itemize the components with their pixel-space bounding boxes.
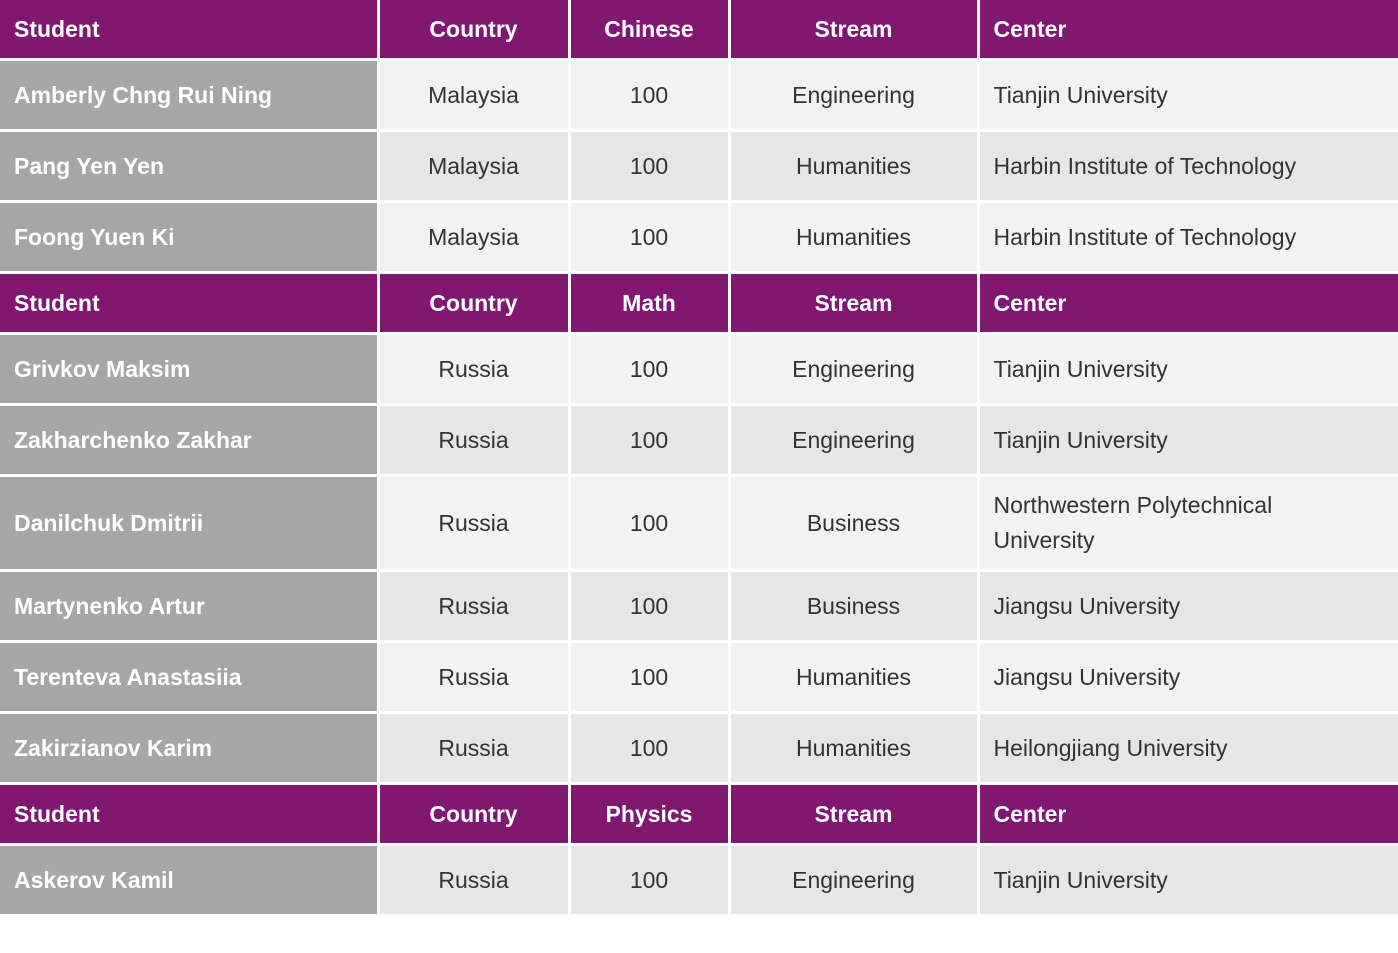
score-cell: 100 [567,711,731,785]
center-cell: Tianjin University [976,403,1398,477]
center-cell: Northwestern Polytechnical University [976,474,1398,572]
stream-cell: Engineering [727,58,980,132]
table-row: Amberly Chng Rui Ning Malaysia 100 Engin… [0,58,1398,132]
score-cell: 100 [567,843,731,917]
score-cell: 100 [567,569,731,643]
column-header-center: Center [976,782,1398,846]
header-row-physics: Student Country Physics Stream Center [0,782,1398,846]
center-cell: Jiangsu University [976,569,1398,643]
center-cell: Tianjin University [976,843,1398,917]
column-header-student: Student [0,0,380,61]
country-cell: Malaysia [376,129,571,203]
table-row: Martynenko Artur Russia 100 Business Jia… [0,569,1398,643]
student-name-cell: Terenteva Anastasiia [0,640,380,714]
header-row-math: Student Country Math Stream Center [0,271,1398,335]
student-name-cell: Foong Yuen Ki [0,200,380,274]
score-cell: 100 [567,474,731,572]
stream-cell: Humanities [727,640,980,714]
table-row: Pang Yen Yen Malaysia 100 Humanities Har… [0,129,1398,203]
table-row: Danilchuk Dmitrii Russia 100 Business No… [0,474,1398,572]
column-header-subject: Chinese [567,0,731,61]
country-cell: Russia [376,640,571,714]
student-name-cell: Grivkov Maksim [0,332,380,406]
column-header-center: Center [976,271,1398,335]
score-cell: 100 [567,332,731,406]
country-cell: Russia [376,474,571,572]
column-header-stream: Stream [727,271,980,335]
score-cell: 100 [567,403,731,477]
column-header-subject: Math [567,271,731,335]
column-header-student: Student [0,271,380,335]
country-cell: Russia [376,403,571,477]
country-cell: Malaysia [376,200,571,274]
stream-cell: Engineering [727,332,980,406]
stream-cell: Business [727,569,980,643]
column-header-country: Country [376,782,571,846]
student-name-cell: Zakirzianov Karim [0,711,380,785]
stream-cell: Engineering [727,403,980,477]
score-cell: 100 [567,640,731,714]
column-header-center: Center [976,0,1398,61]
center-cell: Heilongjiang University [976,711,1398,785]
stream-cell: Humanities [727,711,980,785]
country-cell: Russia [376,332,571,406]
country-cell: Russia [376,569,571,643]
column-header-stream: Stream [727,782,980,846]
student-name-cell: Amberly Chng Rui Ning [0,58,380,132]
center-cell: Harbin Institute of Technology [976,129,1398,203]
stream-cell: Humanities [727,129,980,203]
stream-cell: Humanities [727,200,980,274]
country-cell: Russia [376,843,571,917]
column-header-country: Country [376,0,571,61]
center-cell: Jiangsu University [976,640,1398,714]
country-cell: Malaysia [376,58,571,132]
center-cell: Harbin Institute of Technology [976,200,1398,274]
score-cell: 100 [567,129,731,203]
column-header-student: Student [0,782,380,846]
center-cell: Tianjin University [976,332,1398,406]
results-table: Student Country Chinese Stream Center Am… [0,0,1398,917]
column-header-country: Country [376,271,571,335]
table-row: Foong Yuen Ki Malaysia 100 Humanities Ha… [0,200,1398,274]
student-name-cell: Pang Yen Yen [0,129,380,203]
table-row: Zakirzianov Karim Russia 100 Humanities … [0,711,1398,785]
score-cell: 100 [567,58,731,132]
table-row: Askerov Kamil Russia 100 Engineering Tia… [0,843,1398,917]
column-header-subject: Physics [567,782,731,846]
student-name-cell: Askerov Kamil [0,843,380,917]
student-name-cell: Martynenko Artur [0,569,380,643]
stream-cell: Business [727,474,980,572]
student-name-cell: Danilchuk Dmitrii [0,474,380,572]
header-row-chinese: Student Country Chinese Stream Center [0,0,1398,61]
column-header-stream: Stream [727,0,980,61]
score-cell: 100 [567,200,731,274]
table-row: Terenteva Anastasiia Russia 100 Humaniti… [0,640,1398,714]
student-name-cell: Zakharchenko Zakhar [0,403,380,477]
table-row: Zakharchenko Zakhar Russia 100 Engineeri… [0,403,1398,477]
stream-cell: Engineering [727,843,980,917]
center-cell: Tianjin University [976,58,1398,132]
country-cell: Russia [376,711,571,785]
table-row: Grivkov Maksim Russia 100 Engineering Ti… [0,332,1398,406]
